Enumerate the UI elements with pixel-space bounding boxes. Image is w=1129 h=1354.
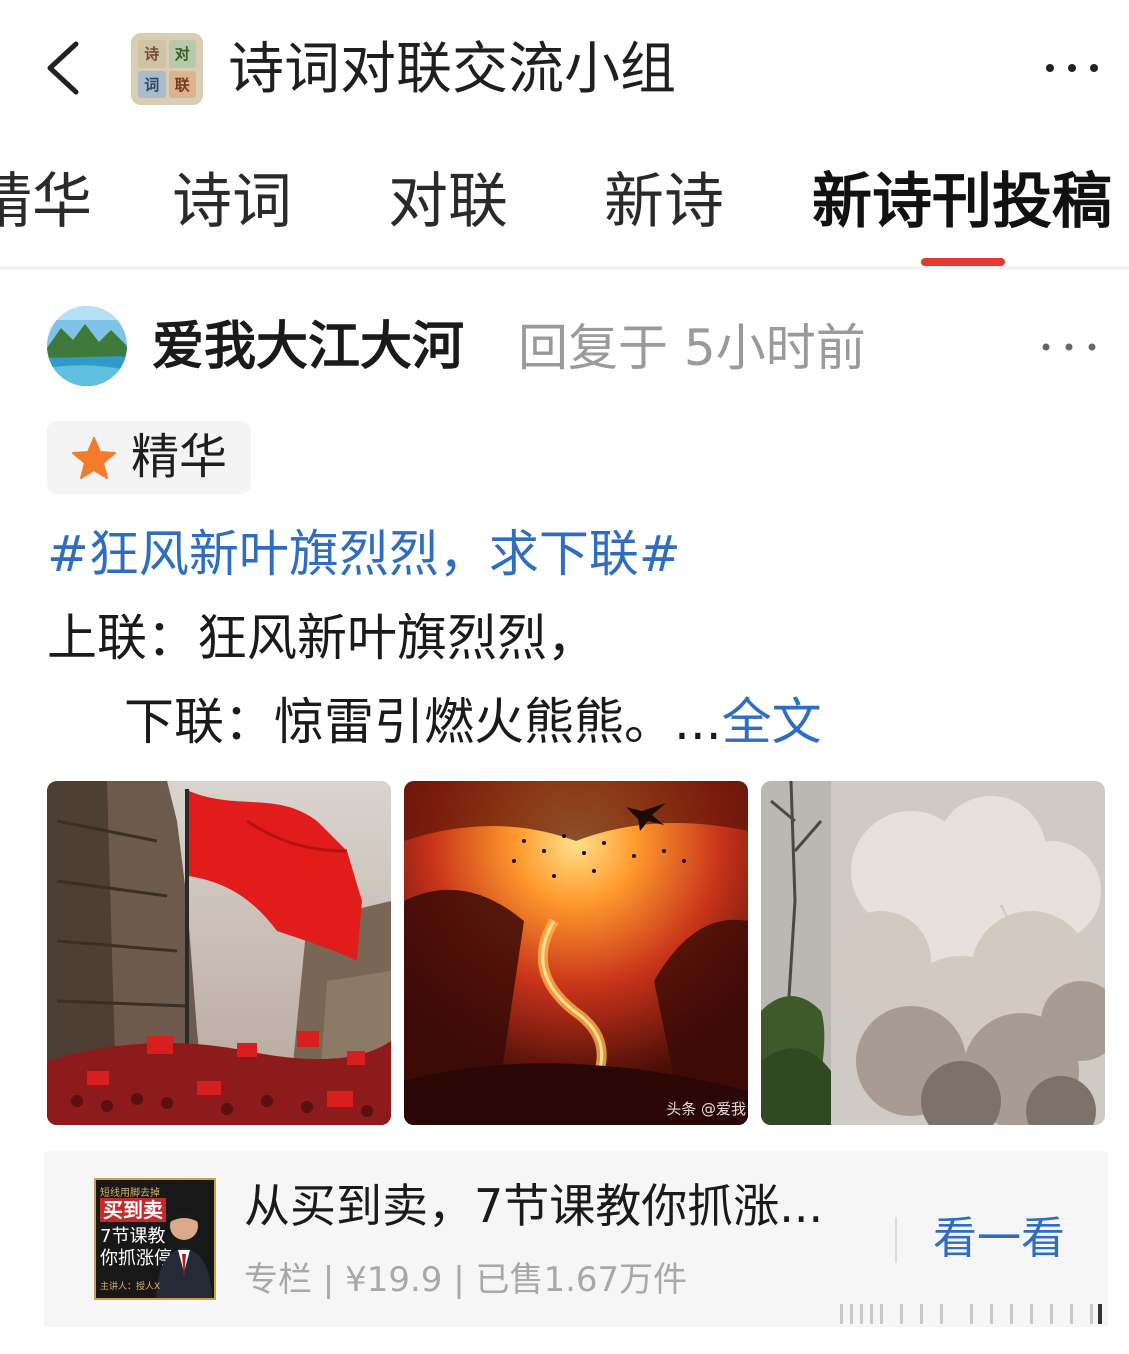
course-thumbnail: 短线用脚去掉 买到卖 7节课教 你抓涨停 主讲人：授人X [94,1178,216,1300]
full-text-link[interactable]: 全文 [722,693,822,751]
post-text-line-2: 下联：惊雷引燃火熊熊。...全文 [124,688,822,756]
post-image-3[interactable] [761,781,1105,1125]
active-tab-indicator [921,258,1005,266]
logo-char: 诗 [138,40,166,68]
presenter-image [156,1211,212,1298]
post-text-line: 下联：惊雷引燃火熊熊。... [124,693,722,751]
divider [895,1217,897,1263]
post-text-line: 上联：狂风新叶旗烈烈， [47,609,597,667]
top-bar: 诗 对 词 联 诗词对联交流小组 [0,0,1129,140]
author-avatar[interactable] [47,306,127,386]
back-button[interactable] [40,38,90,98]
chevron-left-icon [47,41,79,95]
essence-label: 精华 [131,429,228,485]
tab-poetry[interactable]: 诗词 [172,162,292,242]
category-tabs: 精华 诗词 对联 新诗 新诗刊投稿 [0,150,1129,268]
smoke-cloud-image [761,781,1105,1125]
divider [0,266,1129,270]
fiery-battlefield-image [404,781,748,1125]
essence-badge: 精华 [47,421,251,494]
more-options-button[interactable] [1040,52,1104,84]
promo-meta: 专栏 | ¥19.9 | 已售1.67万件 [244,1260,688,1300]
star-icon [72,437,116,479]
author-name[interactable]: 爱我大江大河 [152,312,464,382]
view-button[interactable]: 看一看 [933,1209,1065,1269]
thumb-subtitle: 短线用脚去掉 [100,1188,160,1199]
post-image-1[interactable] [47,781,391,1125]
tab-couplets[interactable]: 对联 [388,162,508,242]
more-dots-icon [1046,64,1098,72]
post-image-2[interactable]: 头条 @爱我 [404,781,748,1125]
image-watermark: 头条 @爱我 [666,1100,746,1118]
thumb-presenter: 主讲人：授人X [100,1282,161,1292]
group-title[interactable]: 诗词对联交流小组 [228,34,676,106]
watermark-marks [840,1304,1102,1324]
more-dots-icon [1042,343,1096,351]
group-logo[interactable]: 诗 对 词 联 [131,33,203,105]
logo-char: 联 [168,70,196,98]
tab-submissions[interactable]: 新诗刊投稿 [812,162,1112,242]
post-more-button[interactable] [1038,334,1100,360]
logo-char: 词 [138,70,166,98]
topic-hashtag-link[interactable]: #狂风新叶旗烈烈，求下联# [47,520,681,588]
tab-new-poetry[interactable]: 新诗 [604,162,724,242]
tab-essence[interactable]: 精华 [0,162,92,242]
promo-title[interactable]: 从买到卖，7节课教你抓涨... [244,1175,823,1237]
reply-timestamp: 回复于 5小时前 [518,319,866,377]
logo-char: 对 [168,40,196,68]
red-flag-city-image [47,781,391,1125]
